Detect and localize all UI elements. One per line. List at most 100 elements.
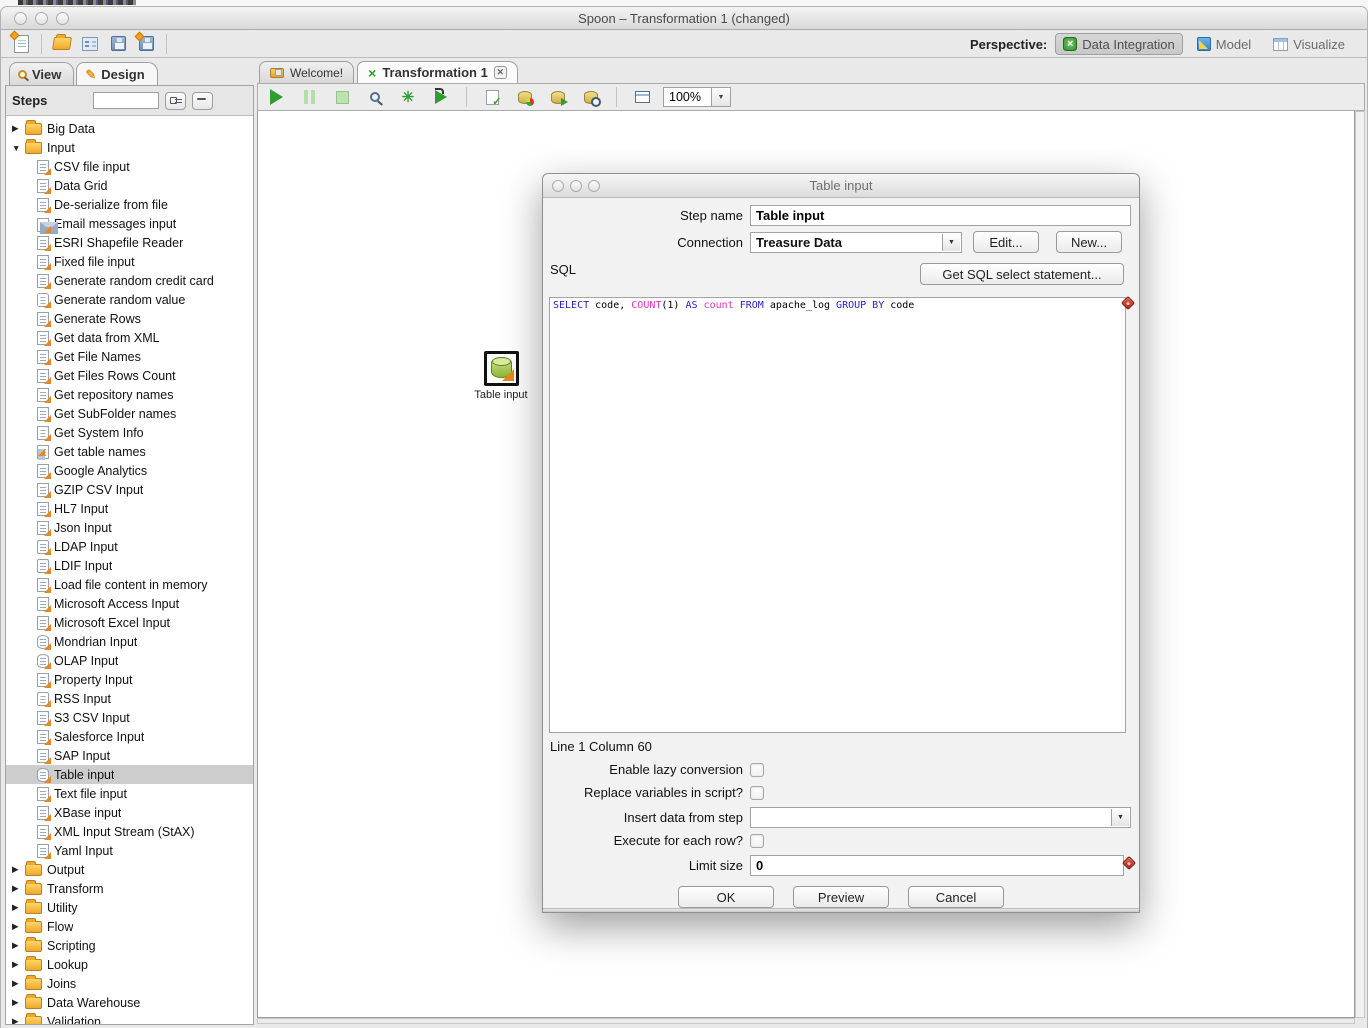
tree-item-gzip-csv-input[interactable]: GZIP CSV Input [6,480,253,499]
tree-item-xml-input-stream-stax-[interactable]: XML Input Stream (StAX) [6,822,253,841]
explore-repository-button[interactable] [78,32,102,56]
disclosure-right-icon[interactable]: ▶ [12,902,25,913]
cancel-button[interactable]: Cancel [908,886,1004,908]
show-results-button[interactable] [630,85,654,109]
tree-folder-flow[interactable]: ▶Flow [6,917,253,936]
new-connection-button[interactable]: New... [1056,231,1122,253]
steps-search-input[interactable] [93,92,159,109]
dialog-resize-bar[interactable] [543,908,1139,912]
tree-item-property-input[interactable]: Property Input [6,670,253,689]
collapse-all-button[interactable] [192,92,213,110]
tree-folder-output[interactable]: ▶Output [6,860,253,879]
tree-folder-lookup[interactable]: ▶Lookup [6,955,253,974]
disclosure-right-icon[interactable]: ▶ [12,883,25,894]
tree-item-de-serialize-from-file[interactable]: De-serialize from file [6,195,253,214]
tree-item-s3-csv-input[interactable]: S3 CSV Input [6,708,253,727]
tree-item-google-analytics[interactable]: Google Analytics [6,461,253,480]
tree-item-csv-file-input[interactable]: CSV file input [6,157,253,176]
table-input-step[interactable]: Table input [456,351,546,401]
disclosure-right-icon[interactable]: ▶ [12,864,25,875]
tab-design[interactable]: ✎Design [76,62,157,85]
limit-size-input[interactable] [750,855,1124,876]
table-input-step-icon[interactable] [484,351,519,386]
perspective-visualize-button[interactable]: Visualize [1265,33,1353,55]
minimize-window-button[interactable] [35,12,48,25]
impact-button[interactable] [513,85,537,109]
tree-item-esri-shapefile-reader[interactable]: ESRI Shapefile Reader [6,233,253,252]
sql-editor[interactable]: SELECT code, COUNT(1) AS count FROM apac… [549,297,1126,733]
tree-folder-scripting[interactable]: ▶Scripting [6,936,253,955]
zoom-window-button[interactable] [56,12,69,25]
tree-item-email-messages-input[interactable]: Email messages input [6,214,253,233]
tree-folder-utility[interactable]: ▶Utility [6,898,253,917]
perspective-data-integration-button[interactable]: Data Integration [1055,33,1183,55]
tree-folder-validation[interactable]: ▶Validation [6,1012,253,1024]
lazy-conversion-checkbox[interactable] [750,763,764,777]
disclosure-right-icon[interactable]: ▶ [12,123,25,134]
save-as-button[interactable] [134,32,158,56]
disclosure-right-icon[interactable]: ▶ [12,1016,25,1024]
disclosure-right-icon[interactable]: ▶ [12,940,25,951]
dialog-minimize-button[interactable] [570,180,582,192]
preview-button[interactable]: Preview [793,886,889,908]
dialog-zoom-button[interactable] [588,180,600,192]
tree-item-microsoft-excel-input[interactable]: Microsoft Excel Input [6,613,253,632]
tree-item-salesforce-input[interactable]: Salesforce Input [6,727,253,746]
close-window-button[interactable] [14,12,27,25]
tree-folder-joins[interactable]: ▶Joins [6,974,253,993]
replace-variables-checkbox[interactable] [750,786,764,800]
disclosure-right-icon[interactable]: ▶ [12,997,25,1008]
tree-item-get-file-names[interactable]: Get File Names [6,347,253,366]
tree-item-olap-input[interactable]: OLAP Input [6,651,253,670]
tree-item-mondrian-input[interactable]: Mondrian Input [6,632,253,651]
tree-folder-input[interactable]: ▼Input [6,138,253,157]
tree-item-load-file-content-in-memory[interactable]: Load file content in memory [6,575,253,594]
tree-item-text-file-input[interactable]: Text file input [6,784,253,803]
insert-data-combo[interactable]: ▼ [750,807,1131,828]
disclosure-right-icon[interactable]: ▶ [12,921,25,932]
ok-button[interactable]: OK [678,886,774,908]
debug-button[interactable] [396,85,420,109]
run-button[interactable] [264,85,288,109]
verify-button[interactable] [480,85,504,109]
disclosure-down-icon[interactable]: ▼ [12,143,25,153]
connection-combo[interactable]: Treasure Data ▼ [750,232,962,253]
tree-item-get-subfolder-names[interactable]: Get SubFolder names [6,404,253,423]
zoom-dropdown-button[interactable]: ▼ [711,87,731,107]
perspective-model-button[interactable]: Model [1189,33,1259,55]
disclosure-right-icon[interactable]: ▶ [12,959,25,970]
expand-all-button[interactable] [165,92,186,110]
zoom-level-input[interactable] [663,87,711,107]
save-button[interactable] [106,32,130,56]
insert-data-dropdown-button[interactable]: ▼ [1111,809,1129,826]
tree-item-data-grid[interactable]: Data Grid [6,176,253,195]
tree-folder-transform[interactable]: ▶Transform [6,879,253,898]
explore-database-button[interactable] [579,85,603,109]
tree-item-yaml-input[interactable]: Yaml Input [6,841,253,860]
tree-item-generate-random-value[interactable]: Generate random value [6,290,253,309]
canvas-horizontal-scrollbar[interactable] [257,1018,1355,1024]
tree-folder-big-data[interactable]: ▶Big Data [6,119,253,138]
new-file-button[interactable] [9,32,33,56]
execute-each-row-checkbox[interactable] [750,834,764,848]
canvas-vertical-scrollbar[interactable] [1355,111,1365,1018]
edit-connection-button[interactable]: Edit... [973,231,1039,253]
tree-item-get-table-names[interactable]: Get table names [6,442,253,461]
get-sql-statement-button[interactable]: Get SQL select statement... [920,263,1124,285]
tree-item-get-data-from-xml[interactable]: Get data from XML [6,328,253,347]
tree-item-json-input[interactable]: Json Input [6,518,253,537]
tree-item-get-repository-names[interactable]: Get repository names [6,385,253,404]
tree-item-generate-random-credit-card[interactable]: Generate random credit card [6,271,253,290]
tree-item-get-files-rows-count[interactable]: Get Files Rows Count [6,366,253,385]
preview-button[interactable] [363,85,387,109]
connection-dropdown-button[interactable]: ▼ [942,234,960,251]
tab-welcome-[interactable]: Welcome! [259,61,354,83]
open-file-button[interactable] [50,32,74,56]
tree-item-ldif-input[interactable]: LDIF Input [6,556,253,575]
tree-item-generate-rows[interactable]: Generate Rows [6,309,253,328]
tree-item-microsoft-access-input[interactable]: Microsoft Access Input [6,594,253,613]
tree-item-table-input[interactable]: Table input [6,765,253,784]
tree-item-xbase-input[interactable]: XBase input [6,803,253,822]
tree-item-sap-input[interactable]: SAP Input [6,746,253,765]
tab-close-icon[interactable]: ✕ [494,66,507,79]
